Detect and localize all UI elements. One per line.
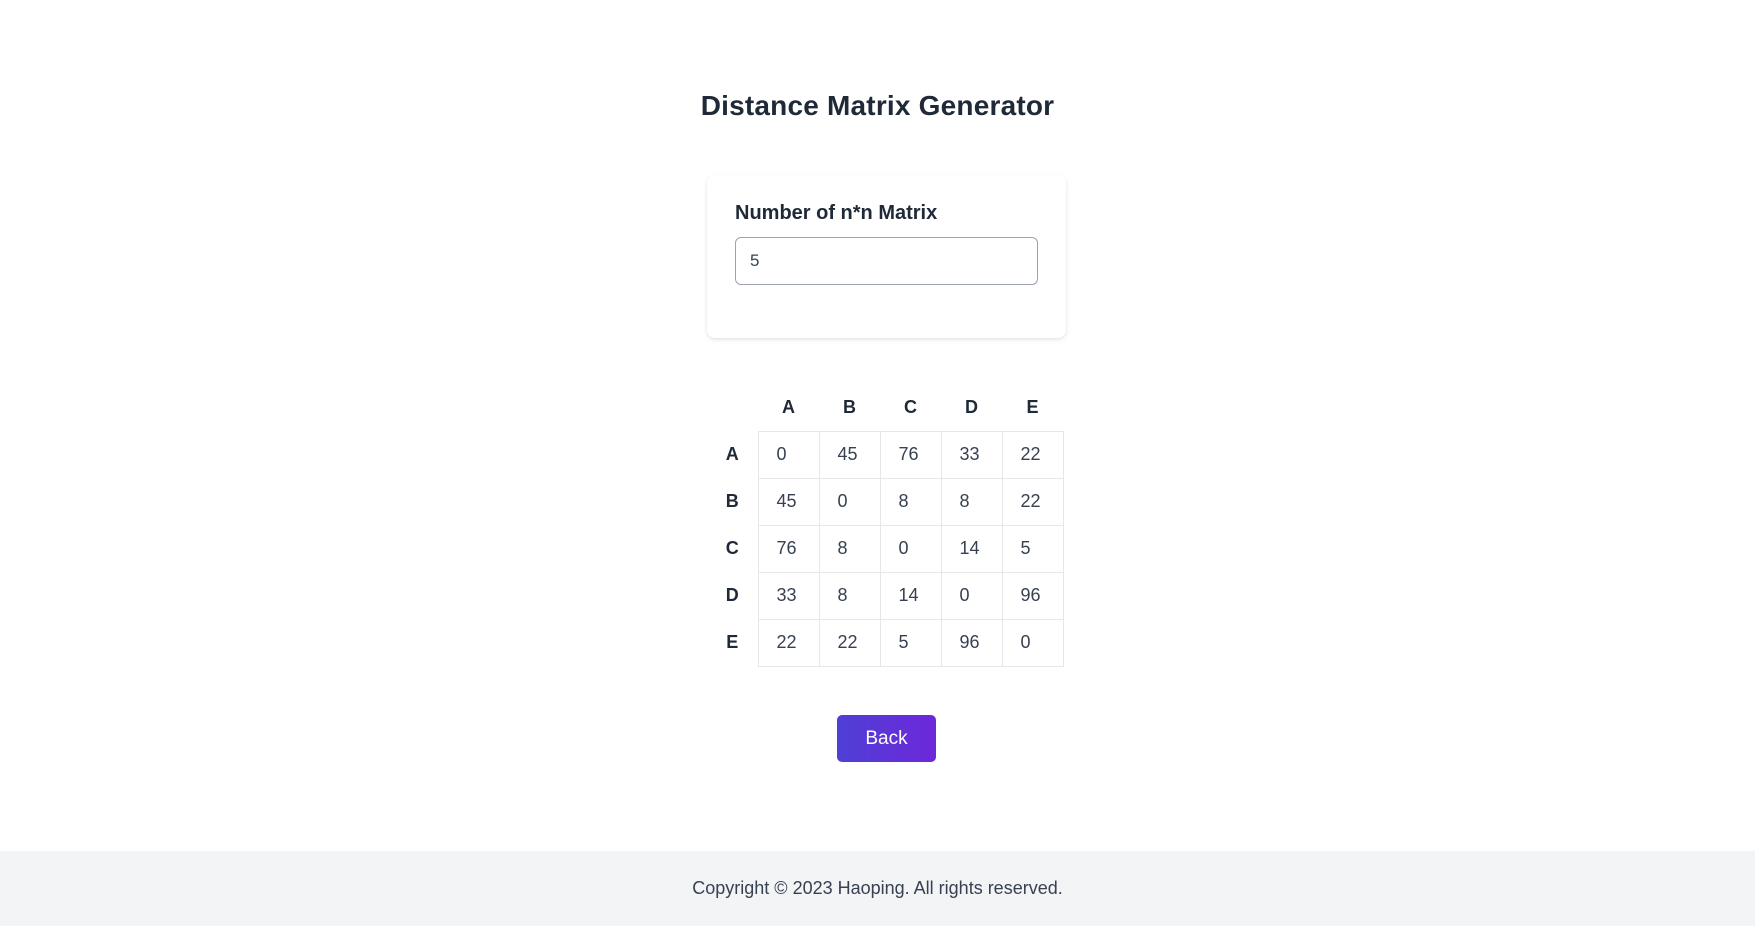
page-title: Distance Matrix Generator [700,90,1055,121]
matrix-row: A 0 45 76 33 22 [707,430,1064,479]
row-header: C [725,538,739,558]
matrix-cell: 33 [757,571,820,620]
matrix-cell: 22 [1001,430,1064,479]
matrix-size-label: Number of n*n Matrix [735,202,938,224]
matrix-cell: 0 [757,430,820,479]
matrix-cell: 8 [940,477,1003,526]
matrix-cell: 0 [940,571,1003,620]
row-header: B [725,491,739,511]
matrix-cell: 5 [879,618,942,667]
column-header: E [1026,397,1039,418]
matrix-cell: 76 [879,430,942,479]
matrix-cell: 45 [818,430,881,479]
matrix-cell: 22 [1001,477,1064,526]
column-header: D [965,397,978,418]
matrix-cell: 5 [1001,524,1064,573]
column-header: B [843,397,856,418]
footer: Copyright © 2023 Haoping. All rights res… [0,851,1755,926]
matrix-row: C 76 8 0 14 5 [707,524,1064,573]
matrix-row: D 33 8 14 0 96 [707,571,1064,620]
matrix-cell: 0 [879,524,942,573]
column-header: C [904,397,917,418]
matrix-cell: 76 [757,524,820,573]
page: Distance Matrix Generator Number of n*n … [0,0,1755,926]
row-header: D [725,585,739,605]
matrix-cell: 22 [818,618,881,667]
matrix-cell: 8 [879,477,942,526]
row-header: A [725,444,739,464]
back-button[interactable]: Back [837,715,936,762]
matrix-size-card: Number of n*n Matrix [707,175,1066,338]
matrix-cell: 14 [940,524,1003,573]
matrix-cell: 22 [757,618,820,667]
matrix-row: B 45 0 8 8 22 [707,477,1064,526]
matrix-cell: 33 [940,430,1003,479]
matrix-cell: 45 [757,477,820,526]
matrix-cell: 8 [818,571,881,620]
matrix-header-row: A B C D E [707,385,1063,431]
matrix-corner-cell [707,385,758,431]
distance-matrix-table: A B C D E A 0 45 76 33 22 B 45 0 8 8 22 … [707,385,1064,667]
copyright-text: Copyright © 2023 Haoping. All rights res… [692,878,1063,898]
matrix-cell: 0 [1001,618,1064,667]
matrix-size-input[interactable] [735,237,1038,285]
matrix-row: E 22 22 5 96 0 [707,618,1064,667]
matrix-cell: 0 [818,477,881,526]
row-header: E [726,632,739,652]
matrix-cell: 96 [940,618,1003,667]
column-header: A [782,397,795,418]
matrix-cell: 14 [879,571,942,620]
matrix-cell: 8 [818,524,881,573]
matrix-cell: 96 [1001,571,1064,620]
